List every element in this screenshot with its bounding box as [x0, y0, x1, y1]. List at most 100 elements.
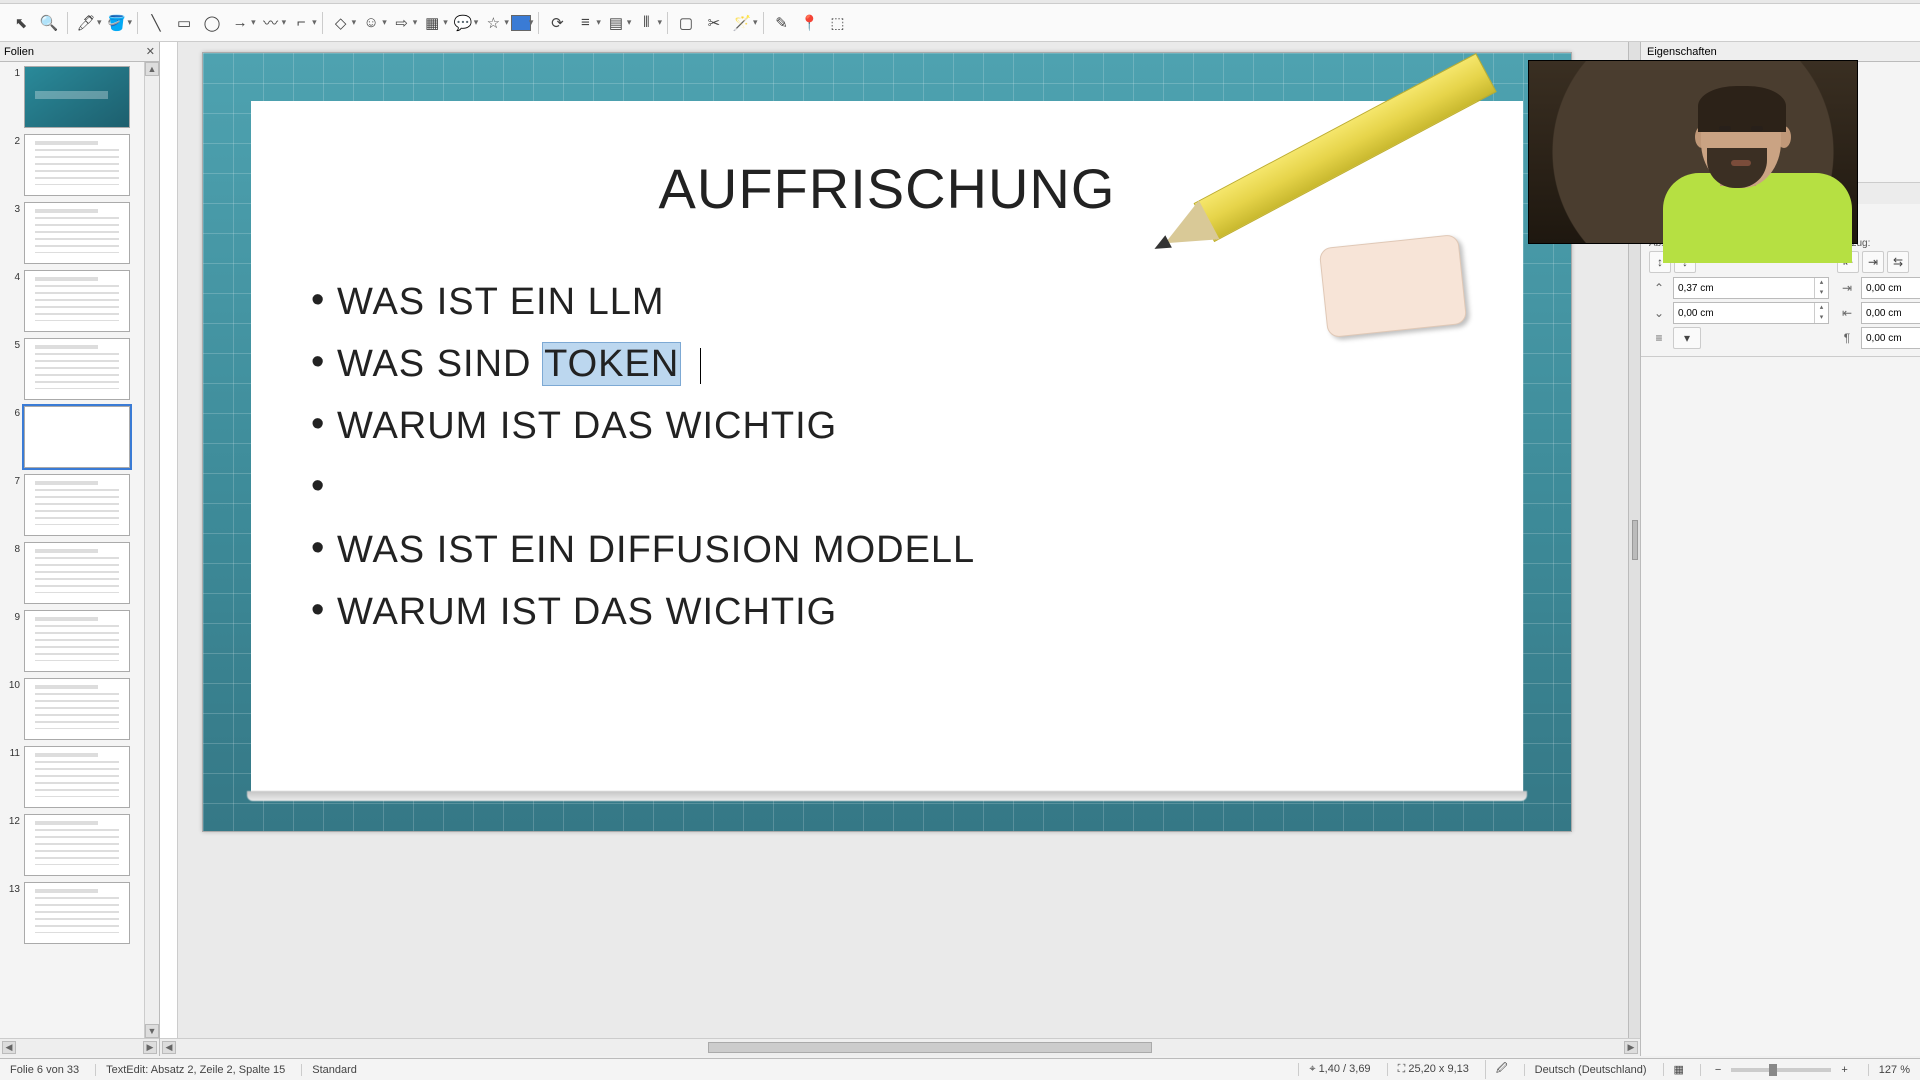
properties-title: Eigenschaften: [1647, 46, 1717, 58]
status-fit-icon[interactable]: ▦: [1663, 1063, 1684, 1076]
slide-thumb-row[interactable]: 2: [4, 134, 155, 196]
indent-inc-button[interactable]: ⇥: [1862, 251, 1884, 273]
slide-thumb-row[interactable]: 1: [4, 66, 155, 128]
slide-thumb[interactable]: [24, 678, 130, 740]
select-tool[interactable]: ⬉: [8, 10, 34, 36]
line-tool[interactable]: ╲: [143, 10, 169, 36]
hanging-indent-button[interactable]: ⇆: [1887, 251, 1909, 273]
indent-left-field[interactable]: ▴▾: [1861, 277, 1920, 299]
slide-text-body[interactable]: •WAS IST EIN LLM•WAS SIND TOKEN•WARUM IS…: [311, 281, 1443, 653]
bullet-text[interactable]: WAS IST EIN LLM: [337, 281, 1443, 324]
arrow-tool[interactable]: →▾: [227, 10, 256, 36]
bullet-text[interactable]: WARUM IST DAS WICHTIG: [337, 591, 1443, 634]
zoom-slider[interactable]: − +: [1700, 1064, 1852, 1076]
extrusion-tool[interactable]: ⬚: [825, 10, 851, 36]
slide-paper[interactable]: AUFFRISCHUNG •WAS IST EIN LLM•WAS SIND T…: [251, 101, 1523, 795]
slide-thumb[interactable]: [24, 134, 130, 196]
bullet-text[interactable]: WAS SIND TOKEN: [337, 343, 1443, 386]
slide-thumb-row[interactable]: 10: [4, 678, 155, 740]
curve-tool[interactable]: 〰▾: [258, 10, 287, 36]
scroll-left-icon[interactable]: ◀: [2, 1041, 16, 1054]
scrollbar-thumb[interactable]: [708, 1042, 1152, 1053]
bullet-line[interactable]: •WAS IST EIN DIFFUSION MODELL: [311, 529, 1443, 577]
slide-thumb[interactable]: [24, 882, 130, 944]
space-above-field[interactable]: ▴▾: [1673, 277, 1829, 299]
slide-thumb[interactable]: [24, 406, 130, 468]
scroll-right-icon[interactable]: ▶: [1624, 1041, 1638, 1054]
basic-shapes-tool[interactable]: ◇▾: [328, 10, 357, 36]
scroll-left-icon[interactable]: ◀: [162, 1041, 176, 1054]
slide-thumb-row[interactable]: 13: [4, 882, 155, 944]
status-language[interactable]: Deutsch (Deutschland): [1524, 1064, 1647, 1076]
scroll-down-icon[interactable]: ▼: [145, 1024, 159, 1038]
close-icon[interactable]: ✕: [146, 45, 155, 58]
slide-thumb-row[interactable]: 12: [4, 814, 155, 876]
crop-tool[interactable]: ✂: [701, 10, 727, 36]
slide-thumb[interactable]: [24, 814, 130, 876]
rect-tool[interactable]: ▭: [171, 10, 197, 36]
bullet-marker: •: [311, 281, 337, 319]
canvas-body[interactable]: AUFFRISCHUNG •WAS IST EIN LLM•WAS SIND T…: [178, 42, 1640, 1038]
symbol-shapes-tool[interactable]: ☺▾: [358, 10, 387, 36]
slide-thumb-row[interactable]: 8: [4, 542, 155, 604]
3d-tool[interactable]: ▾: [511, 15, 534, 31]
slide-thumb[interactable]: [24, 746, 130, 808]
slide-thumb[interactable]: [24, 474, 130, 536]
rotate-tool[interactable]: ⟳: [544, 10, 570, 36]
arrange-tool[interactable]: ▤▾: [603, 10, 632, 36]
distribute-tool[interactable]: ⫴▾: [633, 10, 662, 36]
ellipse-tool[interactable]: ◯: [199, 10, 225, 36]
filter-tool[interactable]: 🪄▾: [729, 10, 758, 36]
bullet-line[interactable]: •WARUM IST DAS WICHTIG: [311, 591, 1443, 639]
glue-tool[interactable]: 📍: [797, 10, 823, 36]
star-tool[interactable]: ☆▾: [480, 10, 509, 36]
bullet-line[interactable]: •WAS SIND TOKEN: [311, 343, 1443, 391]
slide-thumb[interactable]: [24, 270, 130, 332]
slide-thumb[interactable]: [24, 202, 130, 264]
indent-right-field[interactable]: ▴▾: [1861, 302, 1920, 324]
line-color-tool[interactable]: 🖊▾: [73, 10, 102, 36]
separator: [322, 12, 323, 34]
slide-thumb-row[interactable]: 3: [4, 202, 155, 264]
scroll-up-icon[interactable]: ▲: [145, 62, 159, 76]
slide-thumb-row[interactable]: 11: [4, 746, 155, 808]
slides-scrollbar[interactable]: ▲ ▼: [144, 62, 159, 1038]
bullet-line[interactable]: •WAS IST EIN LLM: [311, 281, 1443, 329]
slide-thumb[interactable]: [24, 66, 130, 128]
bullet-line[interactable]: •: [311, 467, 1443, 515]
bullet-text[interactable]: WAS IST EIN DIFFUSION MODELL: [337, 529, 1443, 572]
points-tool[interactable]: ✎: [769, 10, 795, 36]
slides-panel-title: Folien: [4, 46, 34, 58]
editor-hscroll[interactable]: ◀ ▶: [160, 1038, 1640, 1056]
linespacing-button[interactable]: ▾: [1673, 327, 1701, 349]
bullet-text[interactable]: WARUM IST DAS WICHTIG: [337, 405, 1443, 448]
slide-thumb-row[interactable]: 7: [4, 474, 155, 536]
shadow-tool[interactable]: ▢: [673, 10, 699, 36]
bullet-marker: •: [311, 591, 337, 629]
bullet-line[interactable]: •WARUM IST DAS WICHTIG: [311, 405, 1443, 453]
slide-thumb[interactable]: [24, 610, 130, 672]
align-tool[interactable]: ≡▾: [572, 10, 601, 36]
slide-thumb-row[interactable]: 6: [4, 406, 155, 468]
slides-hscroll[interactable]: ◀ ▶: [0, 1038, 159, 1056]
slide-thumb-row[interactable]: 5: [4, 338, 155, 400]
status-insert-icon[interactable]: 🖉: [1485, 1060, 1508, 1079]
slide-thumb[interactable]: [24, 542, 130, 604]
zoom-in-button[interactable]: +: [1837, 1064, 1851, 1076]
callout-tool[interactable]: 💬▾: [450, 10, 479, 36]
scroll-right-icon[interactable]: ▶: [143, 1041, 157, 1054]
indent-first-field[interactable]: ▴▾: [1861, 327, 1920, 349]
slide-title[interactable]: AUFFRISCHUNG: [251, 156, 1523, 221]
zoom-tool[interactable]: 🔍: [36, 10, 62, 36]
slide-thumb-row[interactable]: 9: [4, 610, 155, 672]
slide-thumb-row[interactable]: 4: [4, 270, 155, 332]
bullet-marker: •: [311, 405, 337, 443]
zoom-out-button[interactable]: −: [1711, 1064, 1725, 1076]
slide-thumb[interactable]: [24, 338, 130, 400]
block-arrows-tool[interactable]: ⇨▾: [389, 10, 418, 36]
zoom-value[interactable]: 127 %: [1868, 1064, 1910, 1076]
fill-color-tool[interactable]: 🪣▾: [104, 10, 133, 36]
flowchart-tool[interactable]: ▦▾: [419, 10, 448, 36]
space-below-field[interactable]: ▴▾: [1673, 302, 1829, 324]
connector-tool[interactable]: ⌐▾: [288, 10, 317, 36]
